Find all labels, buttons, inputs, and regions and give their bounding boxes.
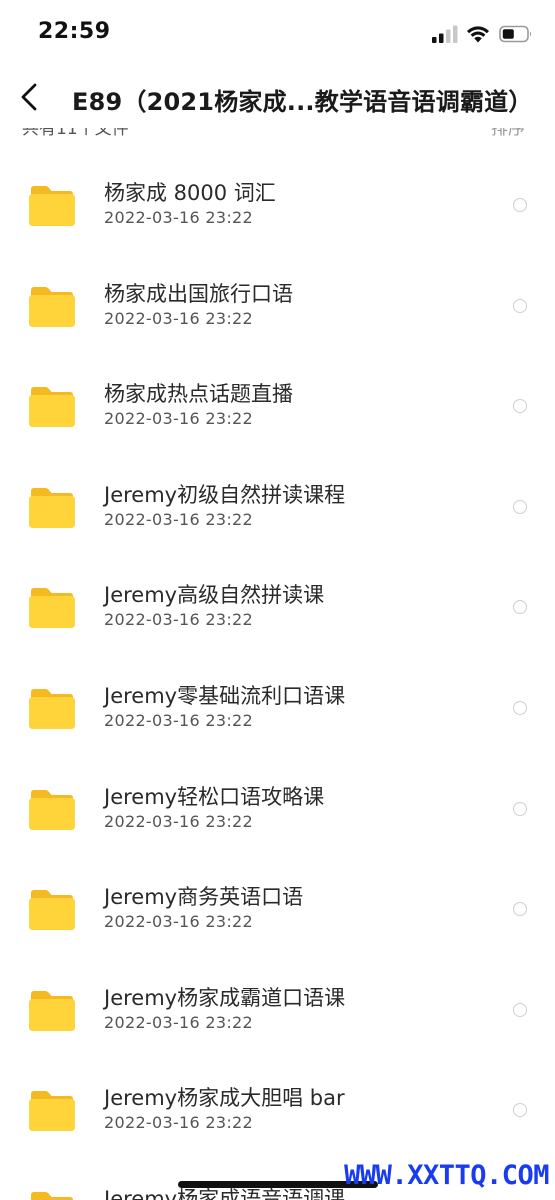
status-bar: 22:59 bbox=[0, 0, 555, 66]
select-radio[interactable] bbox=[513, 801, 527, 816]
file-date: 2022-03-16 23:22 bbox=[104, 208, 253, 227]
file-name: 杨家成 8000 词汇 bbox=[104, 181, 276, 205]
file-name: Jeremy杨家成霸道口语课 bbox=[104, 985, 346, 1010]
file-row[interactable]: Jeremy零基础流利口语课 2022-03-16 23:22 bbox=[0, 641, 555, 742]
file-row[interactable]: Jeremy初级自然拼读课程 2022-03-16 23:22 bbox=[0, 440, 555, 541]
chevron-left-icon[interactable] bbox=[14, 80, 48, 114]
nav-bar: E89（2021杨家成...教学语音语调霸道） bbox=[0, 66, 555, 128]
file-name: Jeremy高级自然拼读课 bbox=[104, 583, 325, 608]
file-row[interactable]: Jeremy轻松口语攻略课 2022-03-16 23:22 bbox=[0, 742, 555, 843]
folder-icon bbox=[29, 588, 75, 629]
file-row[interactable]: 杨家成热点话题直播 2022-03-16 23:22 bbox=[0, 339, 555, 440]
file-name: Jeremy零基础流利口语课 bbox=[104, 683, 346, 708]
file-name: 杨家成出国旅行口语 bbox=[104, 281, 293, 306]
folder-icon bbox=[29, 286, 75, 327]
file-name: Jeremy杨家成大胆唱 bar bbox=[104, 1086, 345, 1111]
file-row[interactable]: Jeremy杨家成大胆唱 bar 2022-03-16 23:22 bbox=[0, 1043, 555, 1144]
file-row[interactable]: Jeremy商务英语口语 2022-03-16 23:22 bbox=[0, 842, 555, 943]
file-date: 2022-03-16 23:22 bbox=[104, 1113, 253, 1133]
folder-icon bbox=[31, 1191, 73, 1200]
folder-icon bbox=[29, 186, 75, 226]
folder-icon bbox=[29, 387, 75, 428]
select-radio[interactable] bbox=[513, 600, 527, 615]
file-date: 2022-03-16 23:22 bbox=[104, 308, 253, 328]
watermark-text: WWW.XXTTQ.COM bbox=[344, 1160, 549, 1191]
select-radio[interactable] bbox=[513, 1002, 527, 1017]
folder-icon bbox=[29, 487, 75, 528]
file-name: Jeremy商务英语口语 bbox=[104, 885, 304, 910]
signal-icon bbox=[432, 25, 458, 43]
file-date: 2022-03-16 23:22 bbox=[104, 509, 253, 529]
page-title: E89（2021杨家成...教学语音语调霸道） bbox=[72, 88, 533, 116]
select-radio[interactable] bbox=[513, 499, 527, 514]
select-radio[interactable] bbox=[513, 298, 527, 313]
select-radio[interactable] bbox=[513, 399, 527, 414]
file-date: 2022-03-16 23:22 bbox=[104, 409, 253, 429]
file-list: 杨家成 8000 词汇 2022-03-16 23:22 杨家成出国旅行口语 2… bbox=[0, 138, 555, 1200]
file-date: 2022-03-16 23:22 bbox=[104, 811, 253, 831]
file-date: 2022-03-16 23:22 bbox=[104, 912, 253, 932]
folder-icon bbox=[29, 990, 75, 1031]
folder-icon bbox=[29, 688, 75, 729]
file-name: Jeremy初级自然拼读课程 bbox=[104, 482, 346, 507]
status-icons bbox=[432, 22, 533, 46]
folder-icon bbox=[29, 1091, 75, 1132]
file-date: 2022-03-16 23:22 bbox=[104, 710, 253, 730]
file-date: 2022-03-16 23:22 bbox=[104, 1012, 253, 1032]
wifi-icon bbox=[467, 26, 489, 43]
select-radio[interactable] bbox=[513, 700, 527, 715]
select-radio[interactable] bbox=[513, 198, 527, 212]
select-radio[interactable] bbox=[513, 902, 527, 917]
file-row[interactable]: 杨家成 8000 词汇 2022-03-16 23:22 bbox=[0, 138, 555, 239]
file-name: 杨家成热点话题直播 bbox=[104, 382, 293, 407]
file-row[interactable]: Jeremy杨家成霸道口语课 2022-03-16 23:22 bbox=[0, 943, 555, 1044]
folder-icon bbox=[29, 789, 75, 830]
status-time: 22:59 bbox=[38, 19, 111, 44]
file-name: Jeremy轻松口语攻略课 bbox=[104, 784, 325, 809]
select-radio[interactable] bbox=[513, 1103, 527, 1118]
file-date: 2022-03-16 23:22 bbox=[104, 610, 253, 630]
file-row[interactable]: Jeremy高级自然拼读课 2022-03-16 23:22 bbox=[0, 540, 555, 641]
battery-icon bbox=[499, 25, 532, 43]
file-row[interactable]: 杨家成出国旅行口语 2022-03-16 23:22 bbox=[0, 239, 555, 340]
folder-icon bbox=[29, 890, 75, 931]
